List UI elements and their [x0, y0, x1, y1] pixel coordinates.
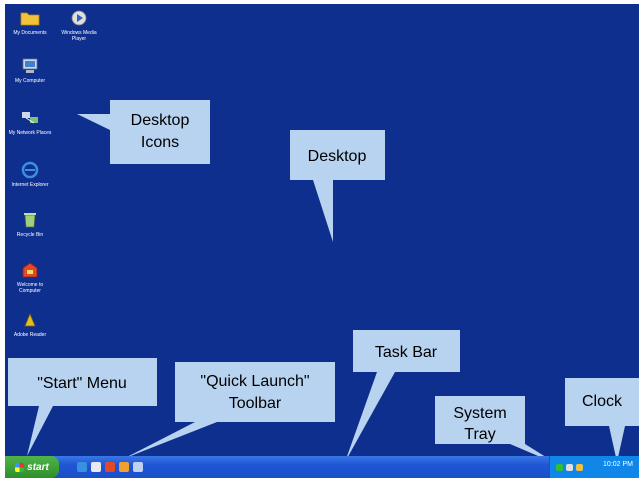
explorer-icon[interactable] — [133, 462, 143, 472]
desktop-icon-my-computer[interactable]: My Computer — [8, 56, 52, 84]
media-player-icon — [71, 10, 87, 26]
callout-desktop-icons: Desktop Icons — [77, 100, 210, 164]
callout-desktop-icons-line1: Desktop — [131, 112, 190, 129]
desktop-icon-label: Windows Media Player — [61, 30, 97, 42]
recycle-bin-icon — [24, 213, 36, 228]
adobe-icon — [24, 312, 36, 327]
callout-clock-label: Clock — [582, 393, 623, 410]
desktop-icon-windows-media-player[interactable]: Windows Media Player — [57, 8, 101, 42]
security-tray-icon[interactable] — [576, 463, 583, 471]
clock[interactable]: 10:02 PM — [603, 461, 633, 468]
callout-task-bar: Task Bar — [345, 330, 460, 462]
outlook-icon[interactable] — [91, 462, 101, 472]
media-icon[interactable] — [105, 462, 115, 472]
desktop-icon[interactable] — [119, 462, 129, 472]
callout-layer: Desktop Icons Desktop "Start" Menu "Quic… — [8, 100, 639, 464]
quick-launch-toolbar — [77, 461, 143, 473]
start-button[interactable]: start — [5, 456, 59, 478]
desktop-icon-welcome[interactable]: Welcome to Computer — [8, 260, 52, 294]
desktop-icon-label: Welcome to Computer — [16, 282, 44, 294]
callout-quick-launch-line2: Toolbar — [229, 395, 282, 412]
desktop-background[interactable]: My Documents Windows Media Player My Com… — [5, 4, 639, 478]
start-button-label: start — [27, 461, 49, 473]
callout-quick-launch-line1: "Quick Launch" — [200, 373, 309, 390]
network-tray-icon[interactable] — [556, 463, 563, 471]
desktop-icon-label: My Network Places — [8, 130, 52, 136]
desktop-icon-label: Recycle Bin — [16, 232, 44, 238]
callout-desktop: Desktop — [290, 130, 385, 242]
callout-system-tray-line1: System — [453, 405, 506, 422]
desktop-icon-recycle-bin[interactable]: Recycle Bin — [8, 210, 52, 238]
desktop-icon-label: Adobe Reader — [13, 332, 47, 338]
internet-explorer-icon — [21, 161, 39, 179]
desktop-icon-label: My Documents — [13, 30, 47, 36]
desktop-icon-label: My Computer — [14, 78, 45, 84]
callout-desktop-label: Desktop — [308, 148, 367, 165]
callout-desktop-icons-line2: Icons — [141, 134, 179, 151]
callout-system-tray-line2: Tray — [464, 426, 495, 443]
callout-clock: Clock — [565, 378, 639, 462]
desktop-icon-label: Internet Explorer — [11, 182, 49, 188]
desktop-icon-my-network-places[interactable]: My Network Places — [8, 108, 52, 136]
ie-icon[interactable] — [77, 462, 87, 472]
desktop-icon-internet-explorer[interactable]: Internet Explorer — [8, 160, 52, 188]
taskbar[interactable]: start 10:02 PM — [5, 456, 639, 478]
desktop-icon-my-documents[interactable]: My Documents — [8, 8, 52, 36]
volume-tray-icon[interactable] — [566, 463, 573, 471]
callout-start-menu: "Start" Menu — [8, 358, 157, 456]
system-tray: 10:02 PM — [549, 456, 639, 478]
network-icon — [22, 112, 38, 124]
welcome-icon — [22, 262, 38, 278]
folder-icon — [20, 12, 40, 26]
callout-quick-launch: "Quick Launch" Toolbar — [123, 362, 335, 459]
callout-start-menu-label: "Start" Menu — [37, 375, 127, 392]
windows-flag-icon — [15, 462, 25, 472]
callout-system-tray: System Tray — [435, 396, 557, 464]
callout-task-bar-label: Task Bar — [375, 344, 438, 361]
desktop-icon-adobe[interactable]: Adobe Reader — [8, 310, 52, 338]
computer-icon — [22, 58, 38, 73]
